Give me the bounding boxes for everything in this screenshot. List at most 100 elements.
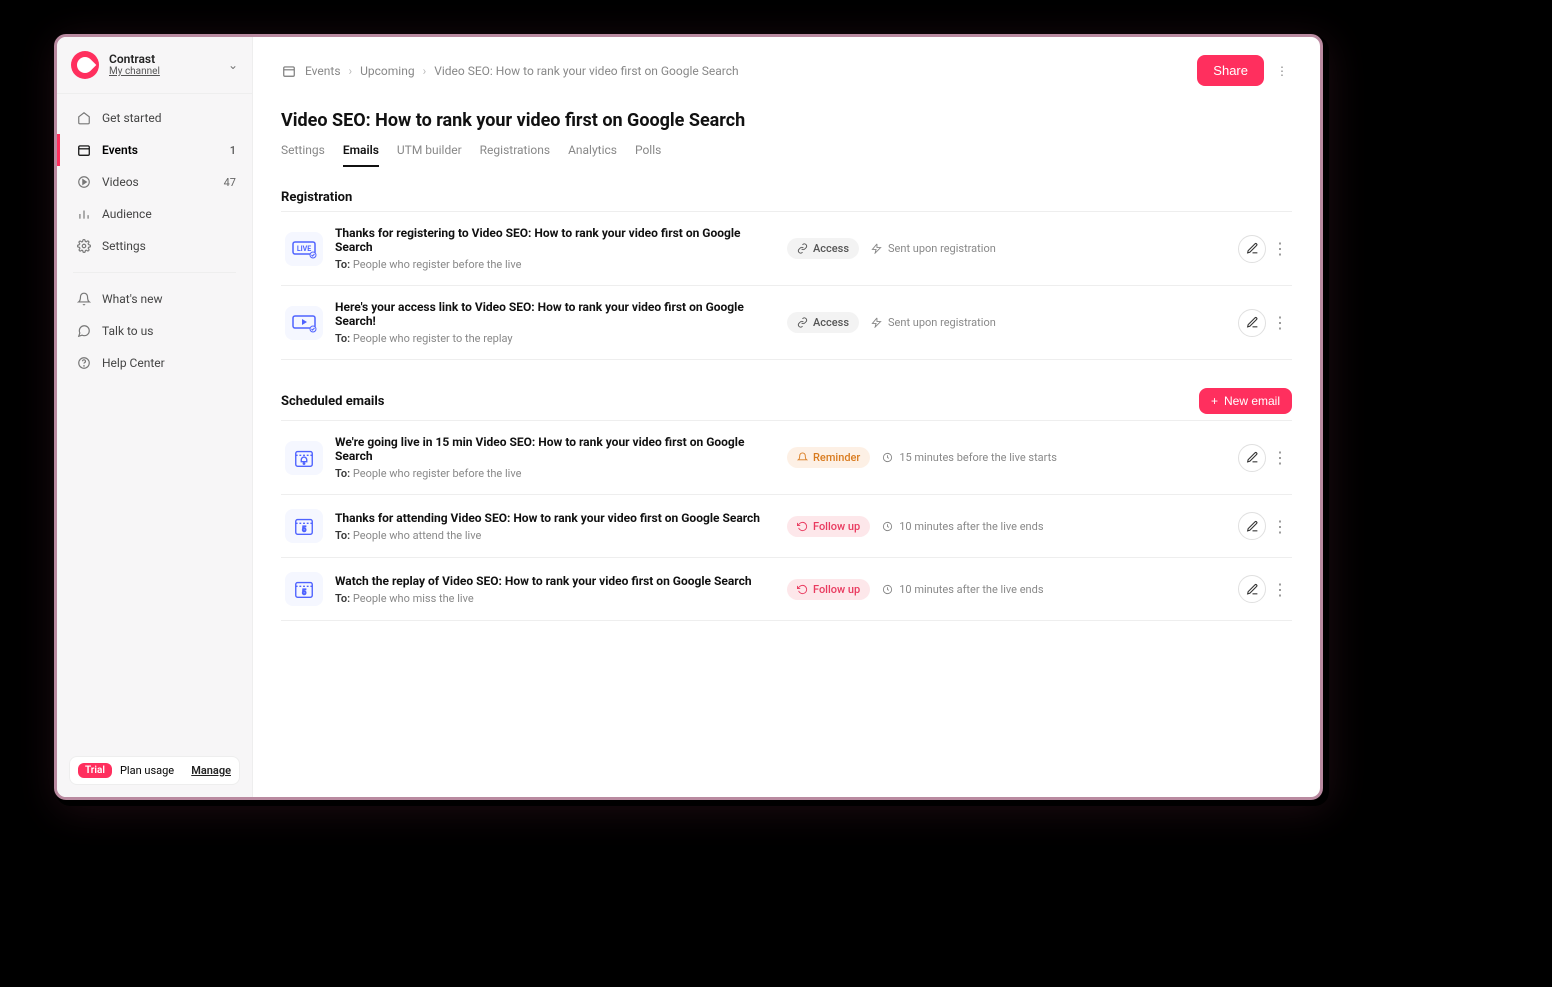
followup-chip: Follow up — [787, 579, 870, 600]
email-row: LIVE Thanks for registering to Video SEO… — [281, 212, 1292, 286]
email-to-prefix: To: — [335, 592, 350, 605]
email-to-prefix: To: — [335, 332, 350, 345]
edit-button[interactable] — [1238, 444, 1266, 472]
calendar-bell-icon — [285, 441, 323, 475]
email-row: 5 Thanks for attending Video SEO: How to… — [281, 495, 1292, 558]
sidebar-badge: 47 — [224, 176, 236, 189]
email-to: People who attend the live — [353, 529, 481, 542]
new-email-label: New email — [1224, 394, 1280, 408]
sidebar-item-events[interactable]: Events 1 — [57, 134, 252, 166]
bell-icon — [76, 291, 92, 307]
email-subject: Thanks for registering to Video SEO: How… — [335, 226, 775, 254]
tab-settings[interactable]: Settings — [281, 143, 325, 167]
tab-polls[interactable]: Polls — [635, 143, 661, 167]
more-vertical-icon[interactable]: ⋮ — [1272, 517, 1288, 536]
tab-registrations[interactable]: Registrations — [480, 143, 550, 167]
workspace-subtitle: My channel — [109, 66, 160, 77]
email-timing: 10 minutes after the live ends — [882, 583, 1062, 596]
live-badge-icon: LIVE — [285, 232, 323, 266]
more-vertical-icon[interactable]: ⋮ — [1272, 448, 1288, 467]
edit-button[interactable] — [1238, 575, 1266, 603]
email-timing: 10 minutes after the live ends — [882, 520, 1062, 533]
svg-text:5: 5 — [302, 525, 306, 534]
email-to: People who register to the replay — [353, 332, 513, 345]
more-vertical-icon[interactable]: ⋮ — [1272, 313, 1288, 332]
sidebar-item-audience[interactable]: Audience — [57, 198, 252, 230]
breadcrumb-item[interactable]: Upcoming — [360, 64, 414, 78]
email-to-prefix: To: — [335, 258, 350, 271]
share-button[interactable]: Share — [1197, 55, 1264, 86]
chip-label: Access — [813, 316, 849, 329]
sidebar-item-settings[interactable]: Settings — [57, 230, 252, 262]
app-window: Contrast My channel ⌄ Get started Events… — [54, 34, 1323, 800]
sidebar-item-help-center[interactable]: Help Center — [57, 347, 252, 379]
edit-button[interactable] — [1238, 512, 1266, 540]
more-vertical-icon[interactable]: ⋮ — [1272, 61, 1292, 81]
more-vertical-icon[interactable]: ⋮ — [1272, 239, 1288, 258]
main-content: Events › Upcoming › Video SEO: How to ra… — [253, 37, 1320, 797]
new-email-button[interactable]: + New email — [1199, 388, 1292, 414]
email-subject: Watch the replay of Video SEO: How to ra… — [335, 574, 775, 588]
email-to-prefix: To: — [335, 529, 350, 542]
chevron-down-icon: ⌄ — [228, 58, 238, 72]
email-subject: Thanks for attending Video SEO: How to r… — [335, 511, 775, 525]
calendar-icon — [281, 63, 297, 79]
workspace-switcher[interactable]: Contrast My channel ⌄ — [57, 37, 252, 93]
chip-label: Follow up — [813, 520, 860, 533]
sidebar-item-whats-new[interactable]: What's new — [57, 283, 252, 315]
plan-usage-box: Trial Plan usage Manage — [69, 756, 240, 785]
email-timing: Sent upon registration — [871, 242, 1051, 255]
svg-text:LIVE: LIVE — [297, 245, 311, 253]
sidebar-item-label: Videos — [102, 175, 139, 189]
email-row: We're going live in 15 min Video SEO: Ho… — [281, 421, 1292, 495]
sidebar-item-talk-to-us[interactable]: Talk to us — [57, 315, 252, 347]
home-icon — [76, 110, 92, 126]
logo-icon — [71, 51, 99, 79]
chat-icon — [76, 323, 92, 339]
followup-chip: Follow up — [787, 516, 870, 537]
tabs: Settings Emails UTM builder Registration… — [281, 143, 1292, 168]
replay-badge-icon — [285, 306, 323, 340]
more-vertical-icon[interactable]: ⋮ — [1272, 580, 1288, 599]
trial-chip: Trial — [78, 763, 112, 778]
play-circle-icon — [76, 174, 92, 190]
chevron-right-icon: › — [349, 64, 353, 78]
sidebar-item-label: Talk to us — [102, 324, 153, 338]
edit-button[interactable] — [1238, 309, 1266, 337]
sidebar-item-label: Help Center — [102, 356, 165, 370]
email-row: 5 Watch the replay of Video SEO: How to … — [281, 558, 1292, 621]
email-to: People who miss the live — [353, 592, 474, 605]
tab-emails[interactable]: Emails — [343, 143, 379, 167]
email-subject: Here's your access link to Video SEO: Ho… — [335, 300, 775, 328]
manage-plan-link[interactable]: Manage — [191, 764, 231, 777]
calendar-date-icon: 5 — [285, 572, 323, 606]
access-chip: Access — [787, 238, 859, 259]
breadcrumb: Events › Upcoming › Video SEO: How to ra… — [305, 64, 739, 78]
sidebar-item-label: Events — [102, 143, 138, 157]
sidebar-item-label: Get started — [102, 111, 162, 125]
svg-text:5: 5 — [302, 588, 306, 597]
calendar-date-icon: 5 — [285, 509, 323, 543]
calendar-icon — [76, 142, 92, 158]
workspace-name: Contrast — [109, 53, 160, 66]
access-chip: Access — [787, 312, 859, 333]
breadcrumb-item[interactable]: Events — [305, 64, 341, 78]
chip-label: Reminder — [813, 451, 860, 464]
help-icon — [76, 355, 92, 371]
breadcrumb-item[interactable]: Video SEO: How to rank your video first … — [434, 64, 738, 78]
chevron-right-icon: › — [423, 64, 427, 78]
sidebar-item-get-started[interactable]: Get started — [57, 102, 252, 134]
tab-utm-builder[interactable]: UTM builder — [397, 143, 462, 167]
sidebar: Contrast My channel ⌄ Get started Events… — [57, 37, 253, 797]
sidebar-badge: 1 — [230, 144, 236, 157]
chip-label: Access — [813, 242, 849, 255]
sidebar-item-label: What's new — [102, 292, 163, 306]
sidebar-item-videos[interactable]: Videos 47 — [57, 166, 252, 198]
sidebar-nav: Get started Events 1 Videos 47 — [57, 94, 252, 387]
email-timing: Sent upon registration — [871, 316, 1051, 329]
edit-button[interactable] — [1238, 235, 1266, 263]
gear-icon — [76, 238, 92, 254]
tab-analytics[interactable]: Analytics — [568, 143, 617, 167]
reminder-chip: Reminder — [787, 447, 870, 468]
sidebar-item-label: Audience — [102, 207, 152, 221]
